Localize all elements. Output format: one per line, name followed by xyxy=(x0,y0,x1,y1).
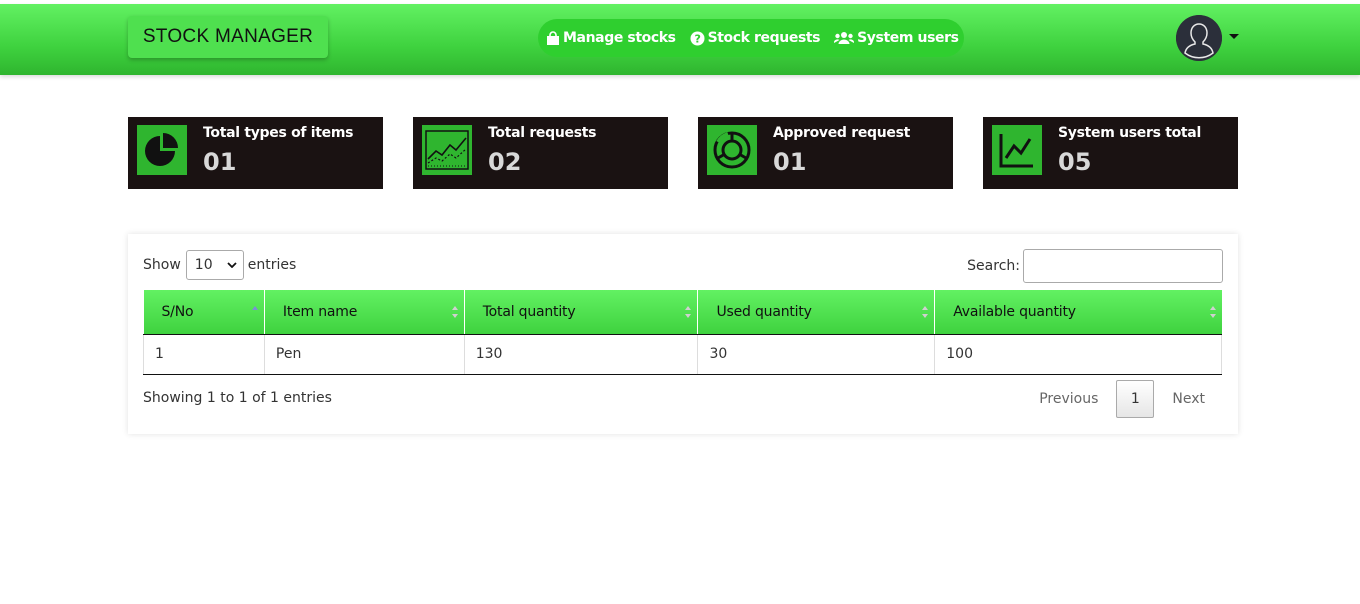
cell-sno: 1 xyxy=(143,334,265,375)
pie-chart-icon xyxy=(137,125,187,175)
stat-card-approved-request: Approved request 01 xyxy=(698,117,953,189)
area-chart-icon xyxy=(422,125,472,175)
stat-card-system-users: System users total 05 xyxy=(983,117,1238,189)
top-navbar: STOCK MANAGER Manage stocks ? Stock requ… xyxy=(0,4,1360,75)
nav-stock-requests[interactable]: ? Stock requests xyxy=(690,30,821,46)
length-prefix: Show xyxy=(143,257,181,273)
search-input[interactable] xyxy=(1023,249,1223,283)
column-header-used-quantity[interactable]: Used quantity xyxy=(697,290,935,335)
column-header-item-name[interactable]: Item name xyxy=(263,290,465,335)
brand-button[interactable]: STOCK MANAGER xyxy=(128,16,328,58)
chevron-down-icon[interactable] xyxy=(1229,34,1239,39)
column-header-label: Available quantity xyxy=(953,303,1076,320)
table-header-row: S/No Item name Total quantity Used quant… xyxy=(143,290,1222,335)
stat-value: 05 xyxy=(1058,148,1092,176)
next-page-button[interactable]: Next xyxy=(1154,391,1223,407)
column-header-total-quantity[interactable]: Total quantity xyxy=(463,290,698,335)
entries-select-value: 10 xyxy=(194,257,213,273)
search-label: Search: xyxy=(967,258,1020,274)
stat-label: Total requests xyxy=(488,125,597,141)
cell-item-name: Pen xyxy=(263,334,465,375)
main-nav: Manage stocks ? Stock requests System us… xyxy=(538,19,964,57)
svg-text:?: ? xyxy=(694,32,700,45)
table-row: 1 Pen 130 30 100 xyxy=(143,334,1222,375)
column-header-label: Total quantity xyxy=(482,303,576,320)
nav-system-users-label: System users xyxy=(857,30,959,46)
stock-table-panel: Show 10 entries Search: S/No Item name T… xyxy=(128,234,1238,434)
table-search: Search: xyxy=(967,249,1223,283)
nav-stock-requests-label: Stock requests xyxy=(707,30,821,46)
stock-table: S/No Item name Total quantity Used quant… xyxy=(143,290,1222,375)
entries-select[interactable]: 10 xyxy=(185,250,244,280)
stat-value: 01 xyxy=(773,148,807,176)
chevron-down-icon xyxy=(227,262,237,268)
table-info: Showing 1 to 1 of 1 entries xyxy=(143,390,332,406)
sort-both-icon xyxy=(922,306,929,318)
stat-label: Total types of items xyxy=(203,125,354,141)
column-header-available-quantity[interactable]: Available quantity xyxy=(934,290,1222,335)
previous-page-button[interactable]: Previous xyxy=(1021,391,1116,407)
users-icon xyxy=(834,31,855,45)
sort-both-icon xyxy=(451,306,458,318)
shopping-bag-icon xyxy=(546,30,560,46)
stat-value: 01 xyxy=(203,148,237,176)
stat-label: System users total xyxy=(1058,125,1201,141)
cell-available-quantity: 100 xyxy=(934,334,1222,375)
column-header-sno[interactable]: S/No xyxy=(143,290,265,335)
sort-asc-icon xyxy=(251,306,258,310)
length-suffix: entries xyxy=(247,257,297,273)
stat-label: Approved request xyxy=(773,125,911,141)
page-1-button[interactable]: 1 xyxy=(1116,380,1155,418)
donut-chart-icon xyxy=(707,125,757,175)
nav-manage-stocks[interactable]: Manage stocks xyxy=(546,30,676,46)
user-avatar-icon[interactable] xyxy=(1176,15,1222,61)
nav-system-users[interactable]: System users xyxy=(834,30,959,46)
pagination: Previous 1 Next xyxy=(1021,380,1223,418)
question-circle-icon: ? xyxy=(690,31,705,46)
cell-used-quantity: 30 xyxy=(697,334,935,375)
stat-value: 02 xyxy=(488,148,522,176)
column-header-label: Used quantity xyxy=(716,303,812,320)
stat-card-total-requests: Total requests 02 xyxy=(413,117,668,189)
column-header-label: Item name xyxy=(282,303,358,320)
sort-both-icon xyxy=(1209,306,1216,318)
line-chart-icon xyxy=(992,125,1042,175)
entries-length-control: Show 10 entries xyxy=(143,250,296,280)
stat-card-total-types: Total types of items 01 xyxy=(128,117,383,189)
column-header-label: S/No xyxy=(161,303,194,320)
cell-total-quantity: 130 xyxy=(463,334,698,375)
sort-both-icon xyxy=(685,306,692,318)
nav-manage-stocks-label: Manage stocks xyxy=(563,30,676,46)
